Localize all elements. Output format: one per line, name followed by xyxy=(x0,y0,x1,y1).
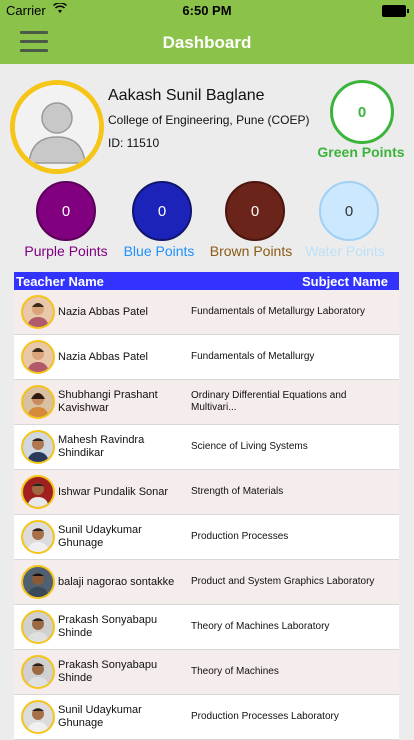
teacher-name: Mahesh Ravindra Shindikar xyxy=(58,434,145,459)
table-row[interactable]: Prakash Sonyabapu Shinde Theory of Machi… xyxy=(14,650,399,695)
teacher-name: balaji nagorao sontakke xyxy=(58,575,175,588)
subject-name: Fundamentals of Metallurgy Laboratory xyxy=(191,306,365,317)
teacher-avatar xyxy=(21,655,55,689)
table-row[interactable]: Nazia Abbas Patel Fundamentals of Metall… xyxy=(14,335,399,380)
teacher-avatar xyxy=(21,700,55,734)
green-points-badge[interactable]: 0 xyxy=(330,80,394,144)
water-points-label: Water Points xyxy=(305,243,385,259)
subject-name: Science of Living Systems xyxy=(191,441,308,452)
table-row[interactable]: Shubhangi Prashant Kavishwar Ordinary Di… xyxy=(14,380,399,425)
teacher-name: Sunil Udaykumar Ghunage xyxy=(58,704,142,729)
table-row[interactable]: Sunil Udaykumar Ghunage Production Proce… xyxy=(14,515,399,560)
green-points-label: Green Points xyxy=(317,144,405,160)
teacher-name: Nazia Abbas Patel xyxy=(58,305,148,318)
subject-name: Product and System Graphics Laboratory xyxy=(191,576,375,587)
table-row[interactable]: balaji nagorao sontakke Product and Syst… xyxy=(14,560,399,605)
profile-avatar xyxy=(10,80,104,174)
teacher-list: Nazia Abbas Patel Fundamentals of Metall… xyxy=(14,290,399,740)
teacher-avatar xyxy=(21,340,55,374)
purple-points-badge[interactable]: 0 xyxy=(36,181,96,241)
table-row[interactable]: Sunil Udaykumar Ghunage Production Proce… xyxy=(14,695,399,740)
profile-college: College of Engineering, Pune (COEP) xyxy=(108,113,310,127)
table-row[interactable]: Nazia Abbas Patel Fundamentals of Metall… xyxy=(14,290,399,335)
status-bar: Carrier 6:50 PM xyxy=(0,0,414,20)
subject-name: Production Processes Laboratory xyxy=(191,711,339,722)
subject-name: Fundamentals of Metallurgy xyxy=(191,351,315,362)
subject-name: Theory of Machines xyxy=(191,666,279,677)
teacher-column-header: Teacher Name xyxy=(16,274,104,289)
water-points-badge[interactable]: 0 xyxy=(319,181,379,241)
teacher-name: Prakash Sonyabapu Shinde xyxy=(58,614,158,639)
teacher-name: Shubhangi Prashant Kavishwar xyxy=(58,389,158,414)
table-header: Teacher Name Subject Name xyxy=(14,272,399,290)
teacher-name: Nazia Abbas Patel xyxy=(58,350,148,363)
teacher-avatar xyxy=(21,475,55,509)
user-placeholder-icon xyxy=(15,85,99,169)
subject-column-header: Subject Name xyxy=(302,274,388,289)
teacher-avatar xyxy=(21,565,55,599)
brown-points-badge[interactable]: 0 xyxy=(225,181,285,241)
teacher-avatar xyxy=(21,295,55,329)
profile-id: ID: 11510 xyxy=(108,136,160,150)
blue-points-badge[interactable]: 0 xyxy=(132,181,192,241)
subject-name: Theory of Machines Laboratory xyxy=(191,621,330,632)
page-title: Dashboard xyxy=(162,33,252,52)
teacher-name: Sunil Udaykumar Ghunage xyxy=(58,524,142,549)
table-row[interactable]: Mahesh Ravindra Shindikar Science of Liv… xyxy=(14,425,399,470)
profile-name: Aakash Sunil Baglane xyxy=(108,87,265,104)
teacher-name: Ishwar Pundalik Sonar xyxy=(58,485,169,498)
table-row[interactable]: Prakash Sonyabapu Shinde Theory of Machi… xyxy=(14,605,399,650)
teacher-avatar xyxy=(21,385,55,419)
teacher-avatar xyxy=(21,610,55,644)
teacher-avatar xyxy=(21,430,55,464)
teacher-name: Prakash Sonyabapu Shinde xyxy=(58,659,158,684)
subject-name: Production Processes xyxy=(191,531,289,542)
subject-name: Ordinary Differential Equations and Mult… xyxy=(191,390,347,413)
battery-icon xyxy=(382,5,409,17)
navigation-bar: Dashboard xyxy=(0,20,414,64)
subject-name: Strength of Materials xyxy=(191,486,284,497)
status-time: 6:50 PM xyxy=(182,3,232,18)
teacher-avatar xyxy=(21,520,55,554)
table-row[interactable]: Ishwar Pundalik Sonar Strength of Materi… xyxy=(14,470,399,515)
